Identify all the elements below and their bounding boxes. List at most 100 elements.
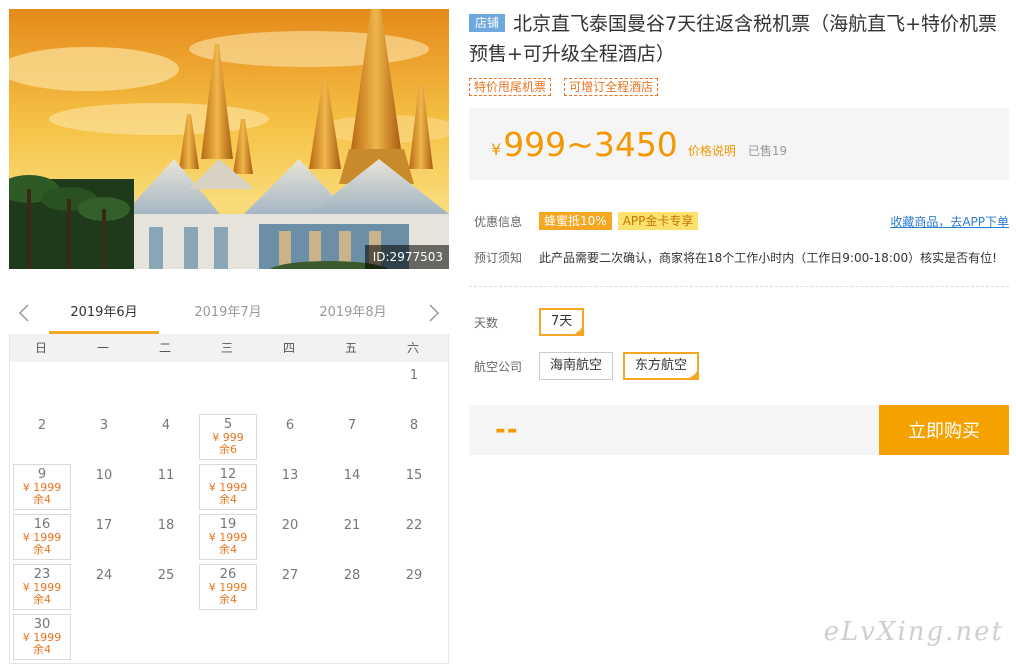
calendar-empty-cell bbox=[321, 362, 383, 412]
check-corner-icon bbox=[573, 325, 585, 336]
weekday-label: 四 bbox=[282, 341, 295, 355]
promo-badge-app-gold: APP金卡专享 bbox=[617, 212, 699, 230]
product-title-text: 北京直飞泰国曼谷7天往返含税机票（海航直飞+特价机票预售+可升级全程酒店） bbox=[469, 13, 998, 65]
days-label: 天数 bbox=[474, 315, 499, 330]
calendar-day: 3 bbox=[73, 412, 135, 462]
notice-text: 此产品需要二次确认，商家将在18个工作小时内（工作日9:00-18:00）核实是… bbox=[539, 250, 997, 265]
price-currency: ¥ bbox=[491, 139, 502, 159]
weekday-label: 五 bbox=[344, 341, 357, 355]
day-number: 26 bbox=[219, 567, 237, 582]
calendar-day: 2 bbox=[11, 412, 73, 462]
buy-now-button[interactable]: 立即购买 bbox=[879, 405, 1009, 455]
month-tab-1[interactable]: 2019年6月 bbox=[49, 296, 159, 334]
calendar-day: 6 bbox=[259, 412, 321, 462]
weekday-header: 日 一 二 三 四 五 六 bbox=[10, 334, 448, 362]
airline-option-hainan[interactable]: 海南航空 bbox=[539, 352, 614, 380]
calendar-day-available[interactable]: 19 ¥ 1999 余4 bbox=[199, 514, 257, 560]
calendar-day-available[interactable]: 23 ¥ 1999 余4 bbox=[13, 564, 71, 610]
chevron-right-icon bbox=[429, 304, 440, 322]
notice-row: 预订须知 此产品需要二次确认，商家将在18个工作小时内（工作日9:00-18:0… bbox=[469, 246, 1009, 268]
day-remaining: 余4 bbox=[219, 493, 237, 506]
calendar-empty-cell bbox=[73, 362, 135, 412]
month-tab-3[interactable]: 2019年8月 bbox=[298, 296, 408, 334]
product-image: ID:2977503 bbox=[9, 9, 449, 269]
check-corner-icon bbox=[688, 369, 700, 380]
prev-month-button[interactable] bbox=[13, 302, 35, 324]
date-calendar: 2019年6月 2019年7月 2019年8月 日 一 二 三 四 五 六 12… bbox=[9, 296, 449, 664]
day-number: 10 bbox=[95, 468, 113, 483]
shop-tag[interactable]: 店铺 bbox=[469, 14, 506, 32]
day-number: 17 bbox=[95, 518, 113, 533]
temple-photo bbox=[9, 9, 449, 269]
weekday-label: 三 bbox=[220, 341, 233, 355]
day-number: 4 bbox=[161, 418, 171, 433]
calendar-day-available[interactable]: 16 ¥ 1999 余4 bbox=[13, 514, 71, 560]
calendar-empty-cell bbox=[135, 362, 197, 412]
calendar-day: 11 bbox=[135, 462, 197, 512]
day-number: 18 bbox=[157, 518, 175, 533]
calendar-day-available[interactable]: 12 ¥ 1999 余4 bbox=[199, 464, 257, 510]
promo-badge-honey: 蜂蜜抵10% bbox=[539, 212, 612, 230]
month-tab-2[interactable]: 2019年7月 bbox=[173, 296, 283, 334]
day-number: 9 bbox=[37, 467, 47, 482]
calendar-day: 18 bbox=[135, 512, 197, 562]
calendar-day: 8 bbox=[383, 412, 445, 462]
days-row: 天数 7天 bbox=[469, 307, 1009, 337]
calendar-day: 25 bbox=[135, 562, 197, 612]
day-number: 1 bbox=[409, 368, 419, 383]
day-number: 23 bbox=[33, 567, 51, 582]
calendar-month-nav: 2019年6月 2019年7月 2019年8月 bbox=[9, 296, 449, 334]
calendar-day: 14 bbox=[321, 462, 383, 512]
calendar-day-available[interactable]: 30 ¥ 1999 余4 bbox=[13, 614, 71, 660]
airline-option-label: 东方航空 bbox=[635, 358, 688, 373]
total-price: -- bbox=[495, 415, 519, 445]
calendar-day: 27 bbox=[259, 562, 321, 612]
day-number: 14 bbox=[343, 468, 361, 483]
day-number: 3 bbox=[99, 418, 109, 433]
weekday-label: 六 bbox=[406, 341, 419, 355]
calendar-day-available[interactable]: 26 ¥ 1999 余4 bbox=[199, 564, 257, 610]
calendar-day: 20 bbox=[259, 512, 321, 562]
price-range: 999~3450 bbox=[503, 124, 678, 164]
day-number: 16 bbox=[33, 517, 51, 532]
day-remaining: 余4 bbox=[219, 543, 237, 556]
calendar-day-available[interactable]: 9 ¥ 1999 余4 bbox=[13, 464, 71, 510]
divider bbox=[469, 286, 1009, 287]
day-number: 30 bbox=[33, 617, 51, 632]
day-remaining: 余4 bbox=[33, 543, 51, 556]
calendar-day: 28 bbox=[321, 562, 383, 612]
airline-option-label: 海南航空 bbox=[550, 358, 603, 373]
day-number: 2 bbox=[37, 418, 47, 433]
watermark: eLvXing.net bbox=[823, 617, 1004, 647]
airline-row: 航空公司 海南航空 东方航空 bbox=[469, 351, 1009, 381]
price-explanation-link[interactable]: 价格说明 bbox=[688, 130, 736, 159]
day-number: 11 bbox=[157, 468, 175, 483]
day-remaining: 余4 bbox=[219, 593, 237, 606]
chevron-left-icon bbox=[18, 304, 29, 322]
day-number: 5 bbox=[223, 417, 233, 432]
weekday-label: 日 bbox=[34, 341, 47, 355]
calendar-day-available[interactable]: 5 ¥ 999 余6 bbox=[199, 414, 257, 460]
days-option-7[interactable]: 7天 bbox=[539, 308, 585, 336]
next-month-button[interactable] bbox=[423, 302, 445, 324]
day-number: 29 bbox=[405, 568, 423, 583]
day-remaining: 余4 bbox=[33, 493, 51, 506]
favorite-go-app-link[interactable]: 收藏商品，去APP下单 bbox=[890, 213, 1009, 230]
image-id-badge: ID:2977503 bbox=[364, 245, 449, 269]
calendar-day: 1 bbox=[383, 362, 445, 412]
calendar-empty-cell bbox=[259, 362, 321, 412]
calendar-day: 7 bbox=[321, 412, 383, 462]
calendar-body: 日 一 二 三 四 五 六 1 2 3 4 5 ¥ 999 余6 6 7 8 9 ¥ 1999 余4 10… bbox=[9, 334, 449, 664]
sold-count: 已售19 bbox=[747, 143, 788, 158]
day-remaining: 余4 bbox=[33, 643, 51, 656]
weekday-label: 二 bbox=[158, 341, 171, 355]
promo-label: 优惠信息 bbox=[474, 214, 523, 229]
calendar-day: 22 bbox=[383, 512, 445, 562]
day-number: 21 bbox=[343, 518, 361, 533]
calendar-day-grid: 1 2 3 4 5 ¥ 999 余6 6 7 8 9 ¥ 1999 余4 10 11 12 ¥ 1999 余4 13… bbox=[10, 362, 448, 662]
days-option-label: 7天 bbox=[551, 314, 573, 329]
product-title: 店铺 北京直飞泰国曼谷7天往返含税机票（海航直飞+特价机票预售+可升级全程酒店） bbox=[469, 9, 1009, 69]
airline-option-eastern[interactable]: 东方航空 bbox=[623, 352, 700, 380]
calendar-day: 10 bbox=[73, 462, 135, 512]
buy-bar: -- 立即购买 bbox=[469, 405, 1009, 455]
